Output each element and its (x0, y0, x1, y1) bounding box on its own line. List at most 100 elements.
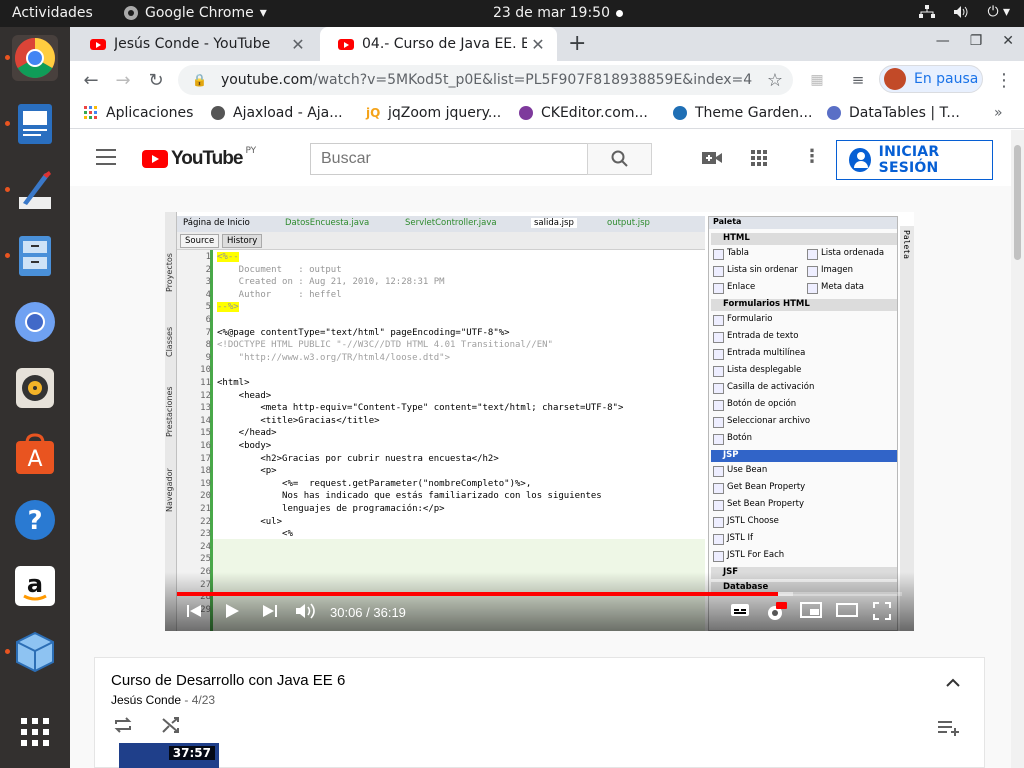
settings-gear-icon[interactable] (765, 602, 787, 622)
media-queue-icon[interactable]: ≡ (846, 68, 870, 92)
search-icon (611, 150, 628, 167)
code-line: Nos has indicado que estás familiarizado… (217, 491, 602, 502)
palette-item: Casilla de activación (713, 382, 814, 394)
play-icon[interactable] (223, 602, 241, 620)
clock[interactable]: 23 de mar 19:50 (493, 5, 623, 21)
profile-paused-button[interactable]: En pausa (879, 65, 983, 93)
file-cabinet-icon (19, 236, 51, 276)
bookmark-ckeditor[interactable]: CKEditor.com... (519, 105, 648, 121)
forward-icon[interactable]: → (111, 68, 135, 92)
bookmark-ajaxload[interactable]: Ajaxload - Aja... (211, 105, 343, 121)
palette-category: Formularios HTML (711, 299, 897, 311)
bookmark-datatables[interactable]: DataTables | T... (827, 105, 960, 121)
next-icon[interactable] (261, 602, 279, 620)
code-line-number: 17 (200, 453, 211, 464)
reload-icon[interactable]: ↻ (144, 68, 168, 92)
jqzoom-icon: jQ (366, 106, 381, 120)
close-tab-icon[interactable]: ✕ (287, 35, 309, 54)
ckeditor-icon (519, 106, 533, 120)
dock-document-viewer[interactable] (5, 101, 58, 147)
ide-history-tab: History (222, 234, 263, 248)
settings-kebab-icon[interactable]: ⋮ (803, 146, 821, 167)
playlist-title[interactable]: Curso de Desarrollo con Java EE 6 (111, 672, 345, 689)
menu-icon[interactable] (96, 149, 116, 165)
ide-side-label: Classes (165, 326, 174, 357)
fullscreen-icon[interactable] (873, 602, 891, 620)
dock-show-apps[interactable] (12, 709, 58, 755)
dock-amazon[interactable]: a (12, 563, 58, 609)
youtube-logo[interactable]: YouTube PY (142, 146, 256, 170)
apps-grid-icon (84, 106, 97, 119)
dock-drawing[interactable] (5, 167, 58, 213)
playlist-author[interactable]: Jesús Conde (111, 693, 181, 707)
bookmark-apps[interactable]: Aplicaciones (84, 105, 193, 121)
kebab-menu-icon[interactable]: ⋮ (992, 68, 1016, 92)
palette-item: Tabla (713, 248, 749, 260)
youtube-play-icon (142, 150, 168, 168)
code-line: <html> (217, 378, 250, 388)
palette-item: JSTL For Each (713, 550, 784, 562)
progress-bar[interactable] (177, 592, 902, 596)
lock-icon: 🔒 (192, 73, 207, 87)
dock-chrome[interactable] (5, 35, 58, 81)
dock-rhythmbox[interactable] (12, 365, 58, 411)
palette-item: Use Bean (713, 465, 767, 477)
previous-icon[interactable] (185, 602, 203, 620)
tab-active-video[interactable]: 04.- Curso de Java EE. El p ✕ (320, 27, 557, 61)
palette-category: HTML (711, 233, 897, 245)
more-bookmarks-icon[interactable]: » (994, 105, 1003, 121)
dock-software[interactable]: A (12, 431, 58, 477)
apps-icon[interactable] (751, 150, 767, 166)
bookmark-jqzoom[interactable]: jQ jqZoom jquery... (366, 105, 501, 121)
code-line-number: 6 (205, 315, 211, 325)
code-line-number: 3 (205, 277, 211, 288)
loop-icon[interactable] (113, 716, 133, 734)
back-icon[interactable]: ← (79, 68, 103, 92)
restore-icon[interactable]: ❐ (970, 33, 983, 49)
code-line: Created on : Aug 21, 2010, 12:28:31 PM (217, 277, 445, 288)
ide-side-label: Prestaciones (165, 386, 174, 437)
shuffle-icon[interactable] (161, 716, 181, 734)
new-tab-icon[interactable]: + (568, 31, 586, 56)
add-to-queue-icon[interactable] (938, 720, 960, 736)
video-player[interactable]: Proyectos Classes Prestaciones Navegador… (165, 212, 914, 631)
miniplayer-icon[interactable] (800, 602, 822, 618)
close-window-icon[interactable]: ✕ (1002, 33, 1014, 49)
code-line: "http://www.w3.org/TR/html4/loose.dtd"> (217, 352, 450, 363)
code-line: <body> (217, 441, 272, 451)
close-tab-icon[interactable]: ✕ (527, 35, 549, 54)
extension-icon[interactable]: ▦ (805, 68, 829, 92)
activities-button[interactable]: Actividades (12, 5, 93, 21)
palette-category-selected: JSP (711, 450, 897, 462)
volume-player-icon[interactable] (295, 602, 317, 620)
code-line: lenguajes de programación:</p> (217, 504, 445, 514)
dock: A ? a (0, 27, 70, 768)
palette-item: Botón de opción (713, 399, 796, 411)
bookmark-star-icon[interactable]: ☆ (767, 70, 783, 91)
address-bar[interactable]: 🔒 youtube.com/watch?v=5MKod5t_p0E&list=P… (178, 65, 793, 95)
bookmark-theme-garden[interactable]: Theme Garden... (673, 105, 812, 121)
show-apps-icon (21, 718, 49, 746)
subtitles-icon[interactable] (730, 602, 750, 618)
dock-chromium[interactable] (12, 299, 58, 345)
create-video-icon[interactable] (702, 150, 722, 166)
scrollbar-thumb[interactable] (1014, 145, 1021, 260)
window-controls: — ❐ ✕ (936, 33, 1014, 49)
minimize-icon[interactable]: — (936, 33, 950, 49)
bookmark-label: Theme Garden... (695, 105, 813, 121)
search-input[interactable] (310, 143, 588, 175)
app-menu[interactable]: Google Chrome ▾ (123, 5, 267, 21)
search-button[interactable] (587, 143, 652, 175)
sign-in-button[interactable]: INICIAR SESIÓN (836, 140, 993, 180)
dock-virtualbox[interactable] (5, 629, 58, 675)
page-scrollbar[interactable] (1011, 130, 1024, 768)
code-line: --%> (217, 302, 239, 313)
tab-youtube-channel[interactable]: Jesús Conde - YouTube ✕ (72, 27, 317, 61)
chevron-up-icon[interactable] (946, 678, 960, 687)
power-icon: ⏻ ▾ (987, 4, 1010, 20)
video-thumbnail[interactable]: 37:57 (119, 743, 219, 768)
theater-mode-icon[interactable] (836, 602, 858, 618)
system-menu[interactable]: ⏻ ▾ (919, 4, 1010, 20)
dock-help[interactable]: ? (12, 497, 58, 543)
dock-file-cabinet[interactable] (5, 233, 58, 279)
